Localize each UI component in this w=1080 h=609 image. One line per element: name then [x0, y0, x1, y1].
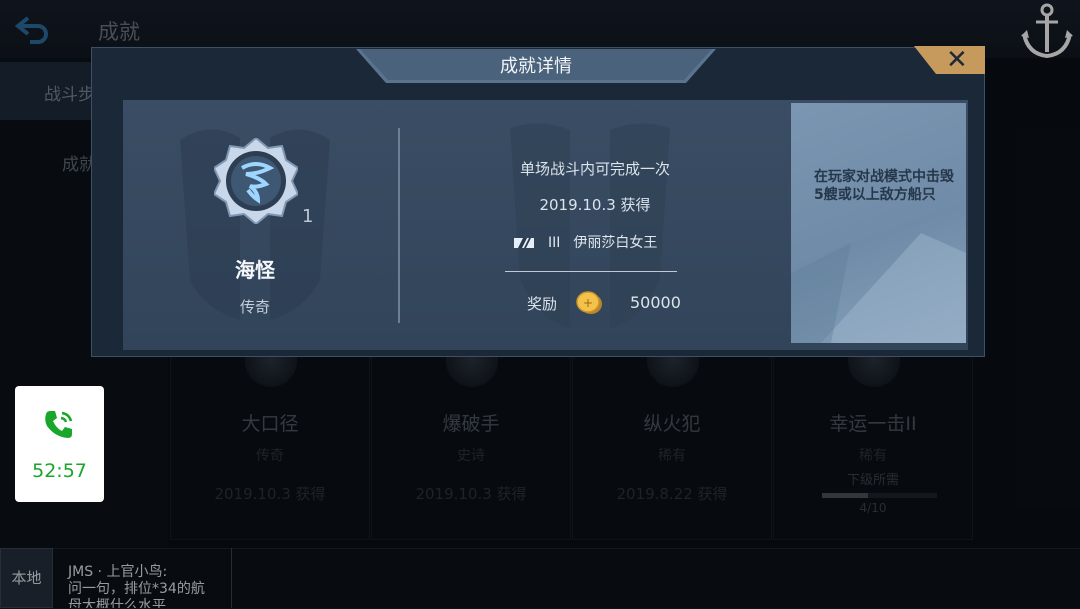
- coin-icon: +: [576, 291, 602, 314]
- reward-amount: 50000: [630, 293, 681, 312]
- reward-label: 奖励: [527, 295, 558, 313]
- divider: [398, 128, 400, 323]
- decorative-shard: [791, 233, 966, 343]
- ship-name: 伊丽莎白女王: [573, 235, 658, 251]
- achievement-rarity: 传奇: [239, 298, 270, 316]
- call-widget[interactable]: 52:57: [15, 386, 104, 502]
- description-text: 在玩家对战模式中击毁5艘或以上敌方船只: [814, 169, 954, 203]
- obtained-date: 2019.10.3 获得: [539, 196, 651, 214]
- close-icon[interactable]: ✕: [946, 45, 968, 75]
- achievement-condition: 单场战斗内可完成一次: [519, 160, 670, 178]
- achievement-level: 1: [302, 206, 314, 227]
- description-box: 在玩家对战模式中击毁5艘或以上敌方船只: [791, 103, 966, 343]
- dialog-title: 成就详情: [500, 56, 572, 77]
- badge-icon: [214, 138, 298, 224]
- achievement-name: 海怪: [235, 258, 275, 282]
- phone-icon: [45, 411, 73, 438]
- flag-icon: [514, 238, 534, 248]
- svg-text:+: +: [583, 296, 593, 310]
- call-timer: 52:57: [32, 460, 87, 482]
- ship-info: III 伊丽莎白女王: [514, 232, 657, 252]
- divider: [505, 271, 677, 272]
- ship-tier: III: [548, 235, 561, 251]
